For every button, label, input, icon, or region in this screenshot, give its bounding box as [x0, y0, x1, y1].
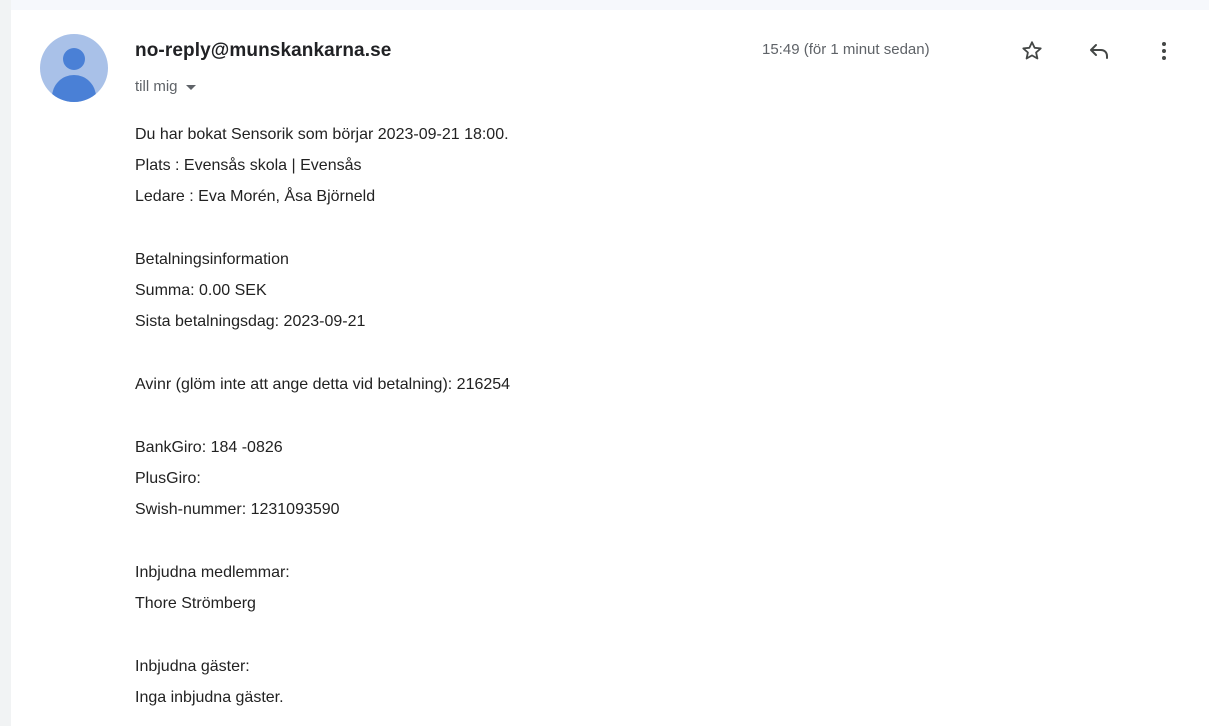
recipient-toggle[interactable]: till mig	[135, 78, 196, 95]
sum-line: Summa: 0.00 SEK	[135, 282, 267, 299]
recipient-label: till mig	[135, 78, 178, 95]
timestamp: 15:49 (för 1 minut sedan)	[762, 41, 930, 58]
members-heading: Inbjudna medlemmar:	[135, 564, 290, 581]
reply-icon	[1090, 44, 1108, 59]
star-button[interactable]	[1017, 36, 1047, 66]
bankgiro-line: BankGiro: 184 -0826	[135, 439, 283, 456]
due-date-line: Sista betalningsdag: 2023-09-21	[135, 313, 366, 330]
leader-line: Ledare : Eva Morén, Åsa Björneld	[135, 188, 376, 205]
guests-line: Inga inbjudna gäster.	[135, 689, 284, 706]
star-icon	[1022, 41, 1042, 60]
caret-down-icon[interactable]	[185, 85, 196, 90]
reply-button[interactable]	[1084, 36, 1114, 66]
avatar-body	[52, 75, 96, 102]
payment-heading: Betalningsinformation	[135, 251, 289, 268]
more-vert-icon	[1162, 42, 1166, 60]
email-view: no-reply@munskankarna.se till mig 15:49 …	[0, 0, 1209, 726]
avinr-line: Avinr (glöm inte att ange detta vid beta…	[135, 376, 511, 393]
person-avatar-icon[interactable]	[40, 34, 108, 102]
swish-line: Swish-nummer: 1231093590	[135, 501, 340, 518]
guests-heading: Inbjudna gäster:	[135, 658, 250, 675]
place-line: Plats : Evensås skola | Evensås	[135, 157, 362, 174]
top-divider	[11, 0, 1209, 10]
members-line: Thore Strömberg	[135, 595, 256, 612]
sender-address[interactable]: no-reply@munskankarna.se	[135, 40, 391, 62]
avatar-head	[63, 48, 85, 70]
message-body: Du har bokat Sensorik som börjar 2023-09…	[135, 119, 1135, 713]
more-options-button[interactable]	[1149, 36, 1179, 66]
plusgiro-line: PlusGiro:	[135, 470, 201, 487]
left-rail	[0, 0, 11, 726]
booking-line: Du har bokat Sensorik som börjar 2023-09…	[135, 126, 509, 143]
